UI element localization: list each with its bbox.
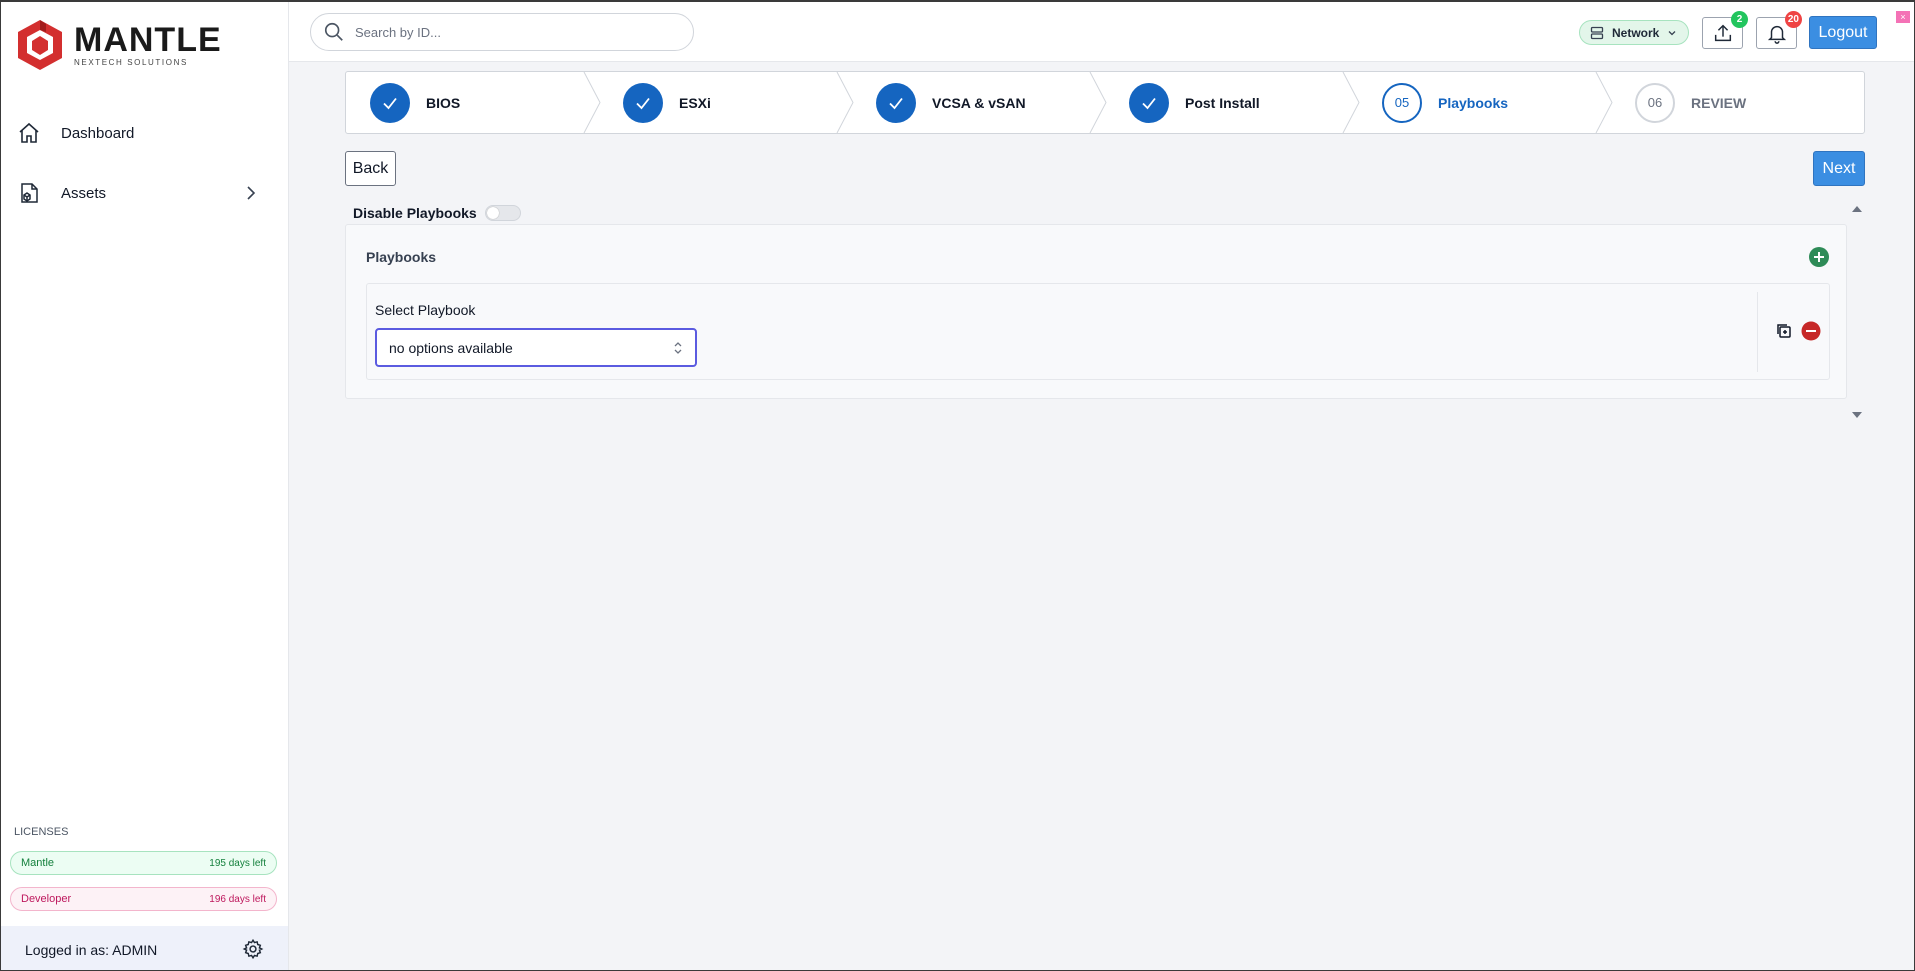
step-review[interactable]: 06 REVIEW xyxy=(1611,72,1864,133)
select-playbook-label: Select Playbook xyxy=(375,302,476,318)
playbook-select[interactable]: no options available xyxy=(375,328,697,367)
licenses-heading: LICENSES xyxy=(14,826,69,838)
server-icon xyxy=(1590,26,1604,39)
step-number-indicator: 06 xyxy=(1635,82,1675,123)
sidebar-item-label: Assets xyxy=(61,184,107,202)
step-label: Post Install xyxy=(1185,94,1260,111)
license-name: Mantle xyxy=(21,857,55,869)
network-label: Network xyxy=(1612,25,1660,40)
step-number-indicator: 05 xyxy=(1382,82,1422,123)
notifications-button[interactable]: 20 xyxy=(1756,11,1802,49)
close-icon[interactable]: × xyxy=(1896,11,1910,23)
brand-tagline: NEXTECH SOLUTIONS xyxy=(74,58,188,67)
search-bar[interactable] xyxy=(310,13,694,51)
step-bios[interactable]: BIOS xyxy=(346,72,599,133)
notifications-count-badge: 20 xyxy=(1784,11,1802,28)
playbook-row: Select Playbook no options available xyxy=(366,283,1830,380)
user-footer: Logged in as: ADMIN xyxy=(1,926,288,970)
select-arrows-icon xyxy=(674,342,682,354)
playbooks-panel: Playbooks Select Playbook no options ava… xyxy=(345,224,1847,399)
step-playbooks[interactable]: 05 Playbooks xyxy=(1358,72,1611,133)
upload-icon xyxy=(1714,24,1731,42)
step-post-install[interactable]: Post Install xyxy=(1105,72,1358,133)
brand-logo[interactable]: MANTLE NEXTECH SOLUTIONS xyxy=(16,18,222,72)
row-actions-divider xyxy=(1757,292,1758,372)
remove-playbook-button[interactable] xyxy=(1801,321,1821,341)
step-complete-indicator xyxy=(1129,82,1169,123)
gear-icon[interactable] xyxy=(242,938,264,960)
step-complete-indicator xyxy=(370,82,410,123)
bell-icon xyxy=(1767,25,1786,44)
logout-button[interactable]: Logout xyxy=(1809,16,1877,49)
wizard-stepper: BIOS ESXi VCSA & vSAN Post Install 05 Pl… xyxy=(345,71,1865,134)
panel-title: Playbooks xyxy=(366,249,437,265)
license-days: 196 days left xyxy=(209,893,266,905)
step-complete-indicator xyxy=(623,82,663,123)
step-esxi[interactable]: ESXi xyxy=(599,72,852,133)
sidebar: MANTLE NEXTECH SOLUTIONS Dashboard Asset… xyxy=(1,2,289,970)
network-dropdown[interactable]: Network xyxy=(1579,20,1689,45)
sidebar-item-assets[interactable]: Assets xyxy=(17,175,273,211)
step-label: REVIEW xyxy=(1691,94,1747,111)
license-name: Developer xyxy=(21,893,72,905)
upload-button[interactable]: 2 xyxy=(1702,11,1748,49)
home-icon xyxy=(19,122,39,143)
check-icon xyxy=(1142,97,1156,109)
search-icon xyxy=(324,22,343,41)
scroll-up-arrow-icon[interactable] xyxy=(1851,204,1863,214)
step-complete-indicator xyxy=(876,82,916,123)
logged-in-text: Logged in as: ADMIN xyxy=(25,941,158,958)
disable-playbooks-row: Disable Playbooks xyxy=(353,205,521,221)
step-label: Playbooks xyxy=(1438,94,1509,111)
scroll-down-arrow-icon[interactable] xyxy=(1851,410,1863,420)
brand-name: MANTLE xyxy=(74,21,222,59)
toggle-knob xyxy=(486,207,499,219)
search-input[interactable] xyxy=(355,24,675,40)
step-label: BIOS xyxy=(426,94,461,111)
app-window: MANTLE NEXTECH SOLUTIONS Dashboard Asset… xyxy=(0,0,1915,971)
license-badge-mantle: Mantle 195 days left xyxy=(10,851,277,875)
step-label: ESXi xyxy=(679,94,711,111)
add-playbook-button[interactable] xyxy=(1808,246,1830,268)
step-vcsa-vsan[interactable]: VCSA & vSAN xyxy=(852,72,1105,133)
chevron-right-icon xyxy=(247,186,256,200)
chevron-down-icon xyxy=(1668,30,1676,35)
upload-count-badge: 2 xyxy=(1731,11,1748,28)
select-value: no options available xyxy=(389,339,513,356)
back-button[interactable]: Back xyxy=(345,151,396,186)
sidebar-item-dashboard[interactable]: Dashboard xyxy=(17,115,273,151)
check-icon xyxy=(889,97,903,109)
sidebar-item-label: Dashboard xyxy=(61,124,135,142)
license-badge-developer: Developer 196 days left xyxy=(10,887,277,911)
top-bar: Network 2 20 Logout × xyxy=(289,2,1914,62)
next-button[interactable]: Next xyxy=(1813,151,1865,186)
disable-playbooks-toggle[interactable] xyxy=(484,205,521,221)
check-icon xyxy=(383,97,397,109)
disable-playbooks-label: Disable Playbooks xyxy=(353,205,477,221)
step-label: VCSA & vSAN xyxy=(932,94,1026,111)
license-days: 195 days left xyxy=(209,857,266,869)
check-icon xyxy=(636,97,650,109)
duplicate-icon[interactable] xyxy=(1775,322,1793,340)
cube-icon xyxy=(21,183,38,203)
mantle-logo-icon xyxy=(18,20,62,70)
